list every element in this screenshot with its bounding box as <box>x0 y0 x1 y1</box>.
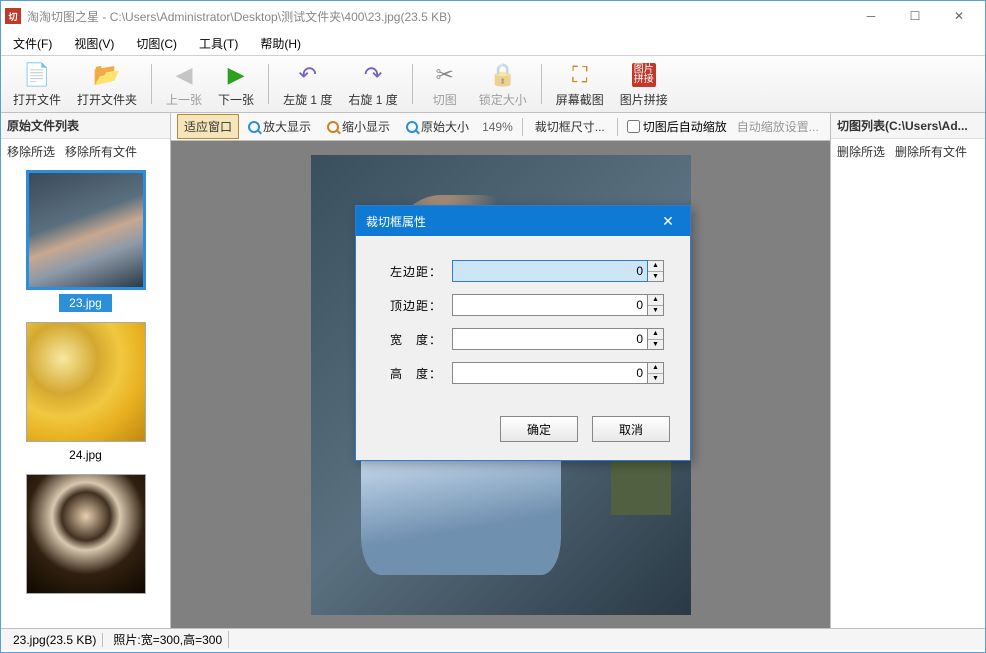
delete-selected-link[interactable]: 删除所选 <box>837 143 885 160</box>
join-icon: 图片拼接 <box>630 61 658 89</box>
view-toolbar: 适应窗口 放大显示 缩小显示 原始大小 149% 裁切框尺寸... 切图后自动缩… <box>171 113 830 141</box>
dialog-close-button[interactable]: ✕ <box>656 209 680 233</box>
left-margin-label: 左边距： <box>382 263 442 280</box>
spin-up-icon[interactable]: ▲ <box>648 261 663 272</box>
separator <box>541 64 542 104</box>
delete-all-link[interactable]: 删除所有文件 <box>895 143 967 160</box>
lock-icon: 🔒 <box>489 61 517 89</box>
spin-up-icon[interactable]: ▲ <box>648 363 663 374</box>
top-margin-label: 顶边距： <box>382 297 442 314</box>
source-files-panel: 原始文件列表 移除所选 移除所有文件 23.jpg 24.jpg <box>1 113 171 628</box>
status-dimensions: 照片:宽=300,高=300 <box>107 631 229 648</box>
scissors-icon: ✂ <box>431 61 459 89</box>
menubar: 文件(F) 视图(V) 切图(C) 工具(T) 帮助(H) <box>1 31 985 55</box>
zoom-out-button[interactable]: 缩小显示 <box>320 114 397 139</box>
separator <box>151 64 152 104</box>
spin-down-icon[interactable]: ▼ <box>648 374 663 384</box>
rotate-left-icon: ↶ <box>294 61 322 89</box>
auto-zoom-checkbox[interactable]: 切图后自动缩放 <box>623 118 731 135</box>
arrow-right-icon: ▶ <box>222 61 250 89</box>
zoom-in-button[interactable]: 放大显示 <box>241 114 318 139</box>
thumbnail-item[interactable]: 23.jpg <box>7 170 164 312</box>
separator <box>412 64 413 104</box>
source-panel-title: 原始文件列表 <box>1 113 170 139</box>
left-margin-spinner[interactable]: ▲▼ <box>648 260 664 282</box>
left-margin-input[interactable] <box>452 260 648 282</box>
crop-properties-dialog: 裁切框属性 ✕ 左边距： ▲▼ 顶边距： ▲▼ 宽 度： ▲▼ 高 度： <box>355 205 691 461</box>
thumbnail-image <box>26 474 146 594</box>
thumbnail-name: 23.jpg <box>59 294 112 312</box>
lock-size-button: 🔒 锁定大小 <box>473 59 533 110</box>
dialog-title-text: 裁切框属性 <box>366 213 656 230</box>
separator <box>268 64 269 104</box>
titlebar-text: 淘淘切图之星 - C:\Users\Administrator\Desktop\… <box>27 8 849 25</box>
crop-size-button[interactable]: 裁切框尺寸... <box>528 114 612 139</box>
prev-image-button: ◀ 上一张 <box>160 59 208 110</box>
thumbnail-image <box>26 322 146 442</box>
titlebar: 切 淘淘切图之星 - C:\Users\Administrator\Deskto… <box>1 1 985 31</box>
width-spinner[interactable]: ▲▼ <box>648 328 664 350</box>
height-label: 高 度： <box>382 365 442 382</box>
ok-button[interactable]: 确定 <box>500 416 578 442</box>
separator <box>617 118 618 136</box>
open-folder-button[interactable]: 📂 打开文件夹 <box>71 59 143 110</box>
fit-window-button[interactable]: 适应窗口 <box>177 114 239 139</box>
original-size-button[interactable]: 原始大小 <box>399 114 476 139</box>
file-icon: 📄 <box>23 61 51 89</box>
dialog-titlebar[interactable]: 裁切框属性 ✕ <box>356 206 690 236</box>
status-file-info: 23.jpg(23.5 KB) <box>7 633 103 647</box>
thumbnail-name: 24.jpg <box>59 446 112 464</box>
menu-crop[interactable]: 切图(C) <box>132 33 181 54</box>
crop-button: ✂ 切图 <box>421 59 469 110</box>
width-label: 宽 度： <box>382 331 442 348</box>
remove-selected-link[interactable]: 移除所选 <box>7 143 55 160</box>
menu-view[interactable]: 视图(V) <box>70 33 118 54</box>
thumbnail-image <box>26 170 146 290</box>
spin-up-icon[interactable]: ▲ <box>648 329 663 340</box>
image-join-button[interactable]: 图片拼接 图片拼接 <box>614 59 674 110</box>
close-button[interactable]: ✕ <box>937 2 981 30</box>
maximize-button[interactable]: ☐ <box>893 2 937 30</box>
remove-all-link[interactable]: 移除所有文件 <box>65 143 137 160</box>
minimize-button[interactable]: ─ <box>849 2 893 30</box>
spin-down-icon[interactable]: ▼ <box>648 306 663 316</box>
cancel-button[interactable]: 取消 <box>592 416 670 442</box>
menu-file[interactable]: 文件(F) <box>9 33 56 54</box>
open-file-button[interactable]: 📄 打开文件 <box>7 59 67 110</box>
height-spinner[interactable]: ▲▼ <box>648 362 664 384</box>
menu-tools[interactable]: 工具(T) <box>195 33 242 54</box>
magnifier-icon <box>406 121 418 133</box>
rotate-left-button[interactable]: ↶ 左旋 1 度 <box>277 59 338 110</box>
height-input[interactable] <box>452 362 648 384</box>
width-input[interactable] <box>452 328 648 350</box>
rotate-right-button[interactable]: ↷ 右旋 1 度 <box>342 59 403 110</box>
next-image-button[interactable]: ▶ 下一张 <box>212 59 260 110</box>
spin-up-icon[interactable]: ▲ <box>648 295 663 306</box>
crop-list-panel: 切图列表(C:\Users\Ad... 删除所选 删除所有文件 <box>830 113 985 628</box>
spin-down-icon[interactable]: ▼ <box>648 272 663 282</box>
statusbar: 23.jpg(23.5 KB) 照片:宽=300,高=300 <box>1 628 985 650</box>
zoom-level-label: 149% <box>478 120 517 134</box>
rotate-right-icon: ↷ <box>359 61 387 89</box>
folder-icon: 📂 <box>93 61 121 89</box>
thumbnail-name <box>76 598 96 602</box>
zoom-out-icon <box>327 121 339 133</box>
crop-panel-title: 切图列表(C:\Users\Ad... <box>831 113 985 139</box>
thumbnail-item[interactable]: 24.jpg <box>7 322 164 464</box>
thumbnail-item[interactable] <box>7 474 164 602</box>
top-margin-spinner[interactable]: ▲▼ <box>648 294 664 316</box>
menu-help[interactable]: 帮助(H) <box>256 33 305 54</box>
top-margin-input[interactable] <box>452 294 648 316</box>
auto-zoom-settings-link[interactable]: 自动缩放设置... <box>733 118 823 135</box>
camera-icon: ⛶ <box>566 61 594 89</box>
auto-zoom-check-input[interactable] <box>627 120 640 133</box>
spin-down-icon[interactable]: ▼ <box>648 340 663 350</box>
thumbnail-list: 23.jpg 24.jpg <box>1 164 170 628</box>
zoom-in-icon <box>248 121 260 133</box>
screenshot-button[interactable]: ⛶ 屏幕截图 <box>550 59 610 110</box>
arrow-left-icon: ◀ <box>170 61 198 89</box>
main-toolbar: 📄 打开文件 📂 打开文件夹 ◀ 上一张 ▶ 下一张 ↶ 左旋 1 度 ↷ 右旋… <box>1 55 985 113</box>
app-icon: 切 <box>5 8 21 24</box>
separator <box>522 118 523 136</box>
